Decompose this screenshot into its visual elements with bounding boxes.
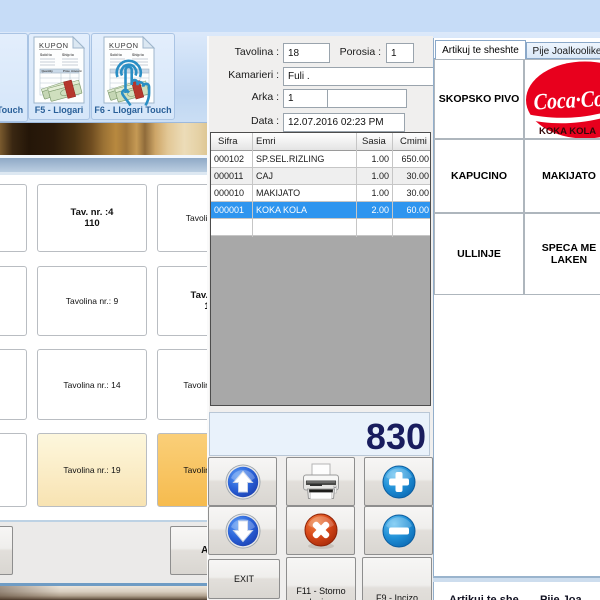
- svg-text:KUPON: KUPON: [39, 41, 69, 50]
- svg-text:Amount: Amount: [71, 69, 82, 73]
- svg-text:KOKA KOLA: KOKA KOLA: [539, 126, 596, 137]
- svg-text:Sold to: Sold to: [110, 53, 122, 57]
- svg-text:Quantity: Quantity: [42, 69, 54, 73]
- svg-text:KUPON: KUPON: [109, 41, 139, 50]
- svg-text:Sold to: Sold to: [40, 53, 52, 57]
- svg-text:Coca·Cola: Coca·Cola: [533, 85, 600, 114]
- svg-text:Ship to: Ship to: [132, 53, 144, 57]
- svg-text:Price: Price: [63, 69, 70, 73]
- svg-text:Ship to: Ship to: [62, 53, 74, 57]
